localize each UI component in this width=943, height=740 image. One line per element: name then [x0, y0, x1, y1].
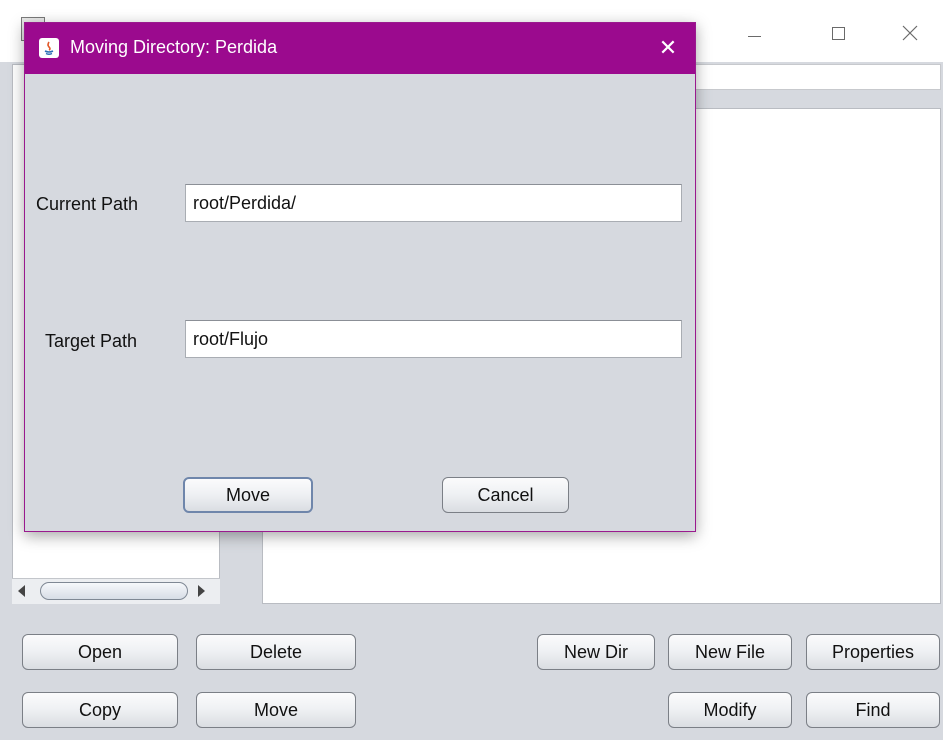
new-file-button[interactable]: New File — [668, 634, 792, 670]
target-path-label: Target Path — [45, 331, 138, 351]
move-button[interactable]: Move — [196, 692, 356, 728]
dialog-title-bar: Moving Directory: Perdida ✕ — [25, 23, 695, 74]
copy-button[interactable]: Copy — [22, 692, 178, 728]
new-dir-button[interactable]: New Dir — [537, 634, 655, 670]
scroll-right-icon[interactable] — [198, 585, 205, 597]
close-icon[interactable]: ✕ — [653, 33, 683, 63]
java-icon — [39, 38, 59, 58]
maximize-icon[interactable] — [818, 16, 858, 50]
delete-button[interactable]: Delete — [196, 634, 356, 670]
target-path-input[interactable] — [185, 320, 682, 358]
close-icon[interactable] — [890, 16, 930, 50]
minimize-icon[interactable] — [734, 16, 774, 50]
modify-button[interactable]: Modify — [668, 692, 792, 728]
path-field[interactable] — [693, 64, 941, 90]
properties-button[interactable]: Properties — [806, 634, 940, 670]
scroll-left-icon[interactable] — [18, 585, 25, 597]
current-path-input[interactable] — [185, 184, 682, 222]
cancel-button[interactable]: Cancel — [442, 477, 569, 513]
open-button[interactable]: Open — [22, 634, 178, 670]
dialog-title: Moving Directory: Perdida — [70, 37, 278, 57]
horizontal-scrollbar[interactable] — [12, 578, 220, 604]
scrollbar-thumb[interactable] — [40, 582, 188, 600]
find-button[interactable]: Find — [806, 692, 940, 728]
move-directory-dialog: Moving Directory: Perdida ✕ Current Path… — [24, 22, 696, 532]
current-path-label: Current Path — [36, 194, 139, 214]
move-confirm-button[interactable]: Move — [183, 477, 313, 513]
